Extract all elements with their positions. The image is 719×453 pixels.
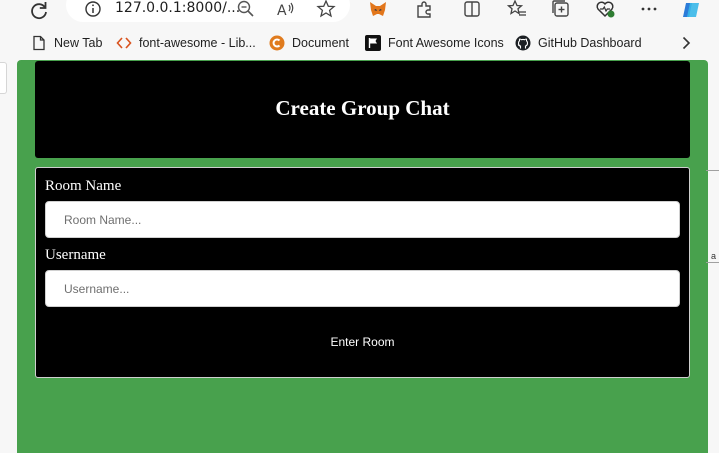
page-title: Create Group Chat	[275, 96, 450, 120]
room-form: Room Name Username Enter Room	[35, 167, 690, 378]
bookmark-document[interactable]: Document	[269, 34, 349, 52]
favorite-star-icon[interactable]	[316, 0, 336, 19]
document-favicon	[269, 35, 285, 51]
room-name-input[interactable]	[45, 201, 680, 238]
split-screen-icon[interactable]	[462, 0, 482, 19]
url-text[interactable]: 127.0.0.1:8000/...	[115, 0, 240, 16]
refresh-icon[interactable]	[27, 0, 51, 22]
bookmark-label: Document	[292, 36, 349, 50]
more-icon[interactable]	[639, 0, 659, 19]
bookmarks-bar: New Tab font-awesome - Lib... Document F…	[0, 26, 719, 60]
metamask-icon[interactable]	[368, 0, 388, 19]
room-name-label: Room Name	[45, 178, 122, 194]
collections-icon[interactable]	[551, 0, 571, 19]
github-icon	[515, 35, 531, 51]
copilot-icon[interactable]	[680, 0, 702, 21]
extensions-icon[interactable]	[414, 0, 434, 19]
edge-text: a	[711, 251, 717, 261]
browser-essentials-icon[interactable]	[595, 0, 615, 19]
bookmark-label: New Tab	[54, 36, 103, 50]
username-label: Username	[45, 247, 106, 263]
bookmark-label: font-awesome - Lib...	[139, 36, 256, 50]
flag-icon	[365, 35, 381, 51]
zoom-icon[interactable]	[236, 0, 256, 19]
read-aloud-icon[interactable]: A	[276, 0, 296, 19]
favorites-icon[interactable]	[507, 0, 527, 19]
bookmark-label: GitHub Dashboard	[538, 36, 642, 50]
side-panel-edge	[0, 62, 7, 94]
chevron-right-icon[interactable]	[678, 35, 694, 51]
svg-text:A: A	[277, 3, 287, 19]
page-icon	[33, 35, 45, 51]
divider	[706, 170, 719, 171]
code-icon	[116, 37, 132, 49]
bookmark-font-awesome-lib[interactable]: font-awesome - Lib...	[116, 34, 256, 52]
bookmark-github-dashboard[interactable]: GitHub Dashboard	[515, 34, 642, 52]
info-icon[interactable]	[84, 0, 102, 18]
enter-room-button[interactable]: Enter Room	[36, 332, 689, 352]
divider	[706, 262, 719, 263]
header-card: Create Group Chat	[35, 61, 690, 158]
browser-toolbar: 127.0.0.1:8000/... A	[0, 0, 719, 26]
bookmark-font-awesome-icons[interactable]: Font Awesome Icons	[365, 34, 504, 52]
bookmark-new-tab[interactable]: New Tab	[31, 34, 102, 52]
username-input[interactable]	[45, 270, 680, 307]
bookmark-label: Font Awesome Icons	[388, 36, 504, 50]
